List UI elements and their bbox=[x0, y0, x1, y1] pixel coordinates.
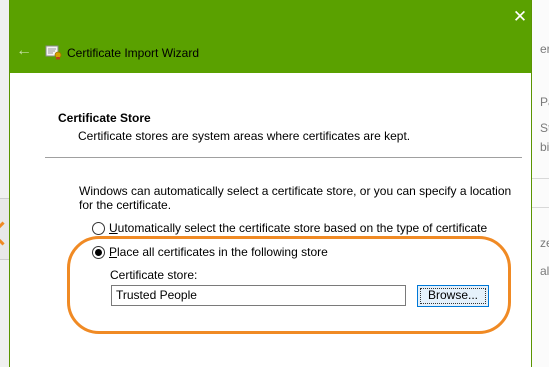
intro-text: Windows can automatically select a certi… bbox=[79, 184, 512, 212]
divider bbox=[45, 157, 522, 158]
certificate-store-field[interactable]: Trusted People bbox=[111, 285, 406, 306]
background-text: er bbox=[540, 42, 549, 56]
browse-button[interactable]: Browse... bbox=[417, 285, 489, 307]
radio-place-mnemonic: P bbox=[109, 245, 118, 259]
radio-button[interactable] bbox=[92, 221, 105, 235]
background-text: St bbox=[540, 121, 549, 135]
background-text: Pa bbox=[540, 95, 549, 109]
background-text: al bbox=[540, 264, 549, 278]
certificate-store-label: Certificate store: bbox=[110, 268, 198, 282]
radio-place-in-store[interactable]: Place all certificates in the following … bbox=[92, 245, 328, 259]
radio-auto-select[interactable]: Uutomatically select the certificate sto… bbox=[92, 221, 487, 235]
browse-button-label: Browse... bbox=[427, 288, 478, 302]
radio-place-in-store-label[interactable]: Place all certificates in the following … bbox=[109, 245, 328, 259]
radio-auto-select-mnemonic: U bbox=[109, 221, 118, 235]
dialog-title: Certificate Import Wizard bbox=[67, 46, 200, 60]
close-icon[interactable]: ✕ bbox=[512, 8, 528, 25]
certificate-icon bbox=[45, 45, 62, 60]
background-divider bbox=[531, 178, 549, 179]
back-arrow-icon[interactable]: ← bbox=[16, 43, 32, 59]
radio-button-selected[interactable] bbox=[92, 245, 105, 259]
background-text: bi bbox=[540, 140, 549, 154]
radio-auto-select-text: utomatically select the certificate stor… bbox=[117, 221, 488, 235]
radio-place-text: lace all certificates in the following s… bbox=[117, 245, 328, 259]
titlebar: ✕ ← Certificate Import Wizard bbox=[10, 0, 531, 73]
section-description: Certificate stores are system areas wher… bbox=[78, 129, 411, 143]
certificate-import-wizard-dialog: ✕ ← Certificate Import Wizard Certificat… bbox=[9, 0, 532, 367]
section-heading: Certificate Store bbox=[58, 111, 151, 125]
background-divider bbox=[531, 207, 549, 208]
radio-auto-select-label[interactable]: Uutomatically select the certificate sto… bbox=[109, 221, 487, 235]
background-text: ze bbox=[540, 236, 549, 250]
